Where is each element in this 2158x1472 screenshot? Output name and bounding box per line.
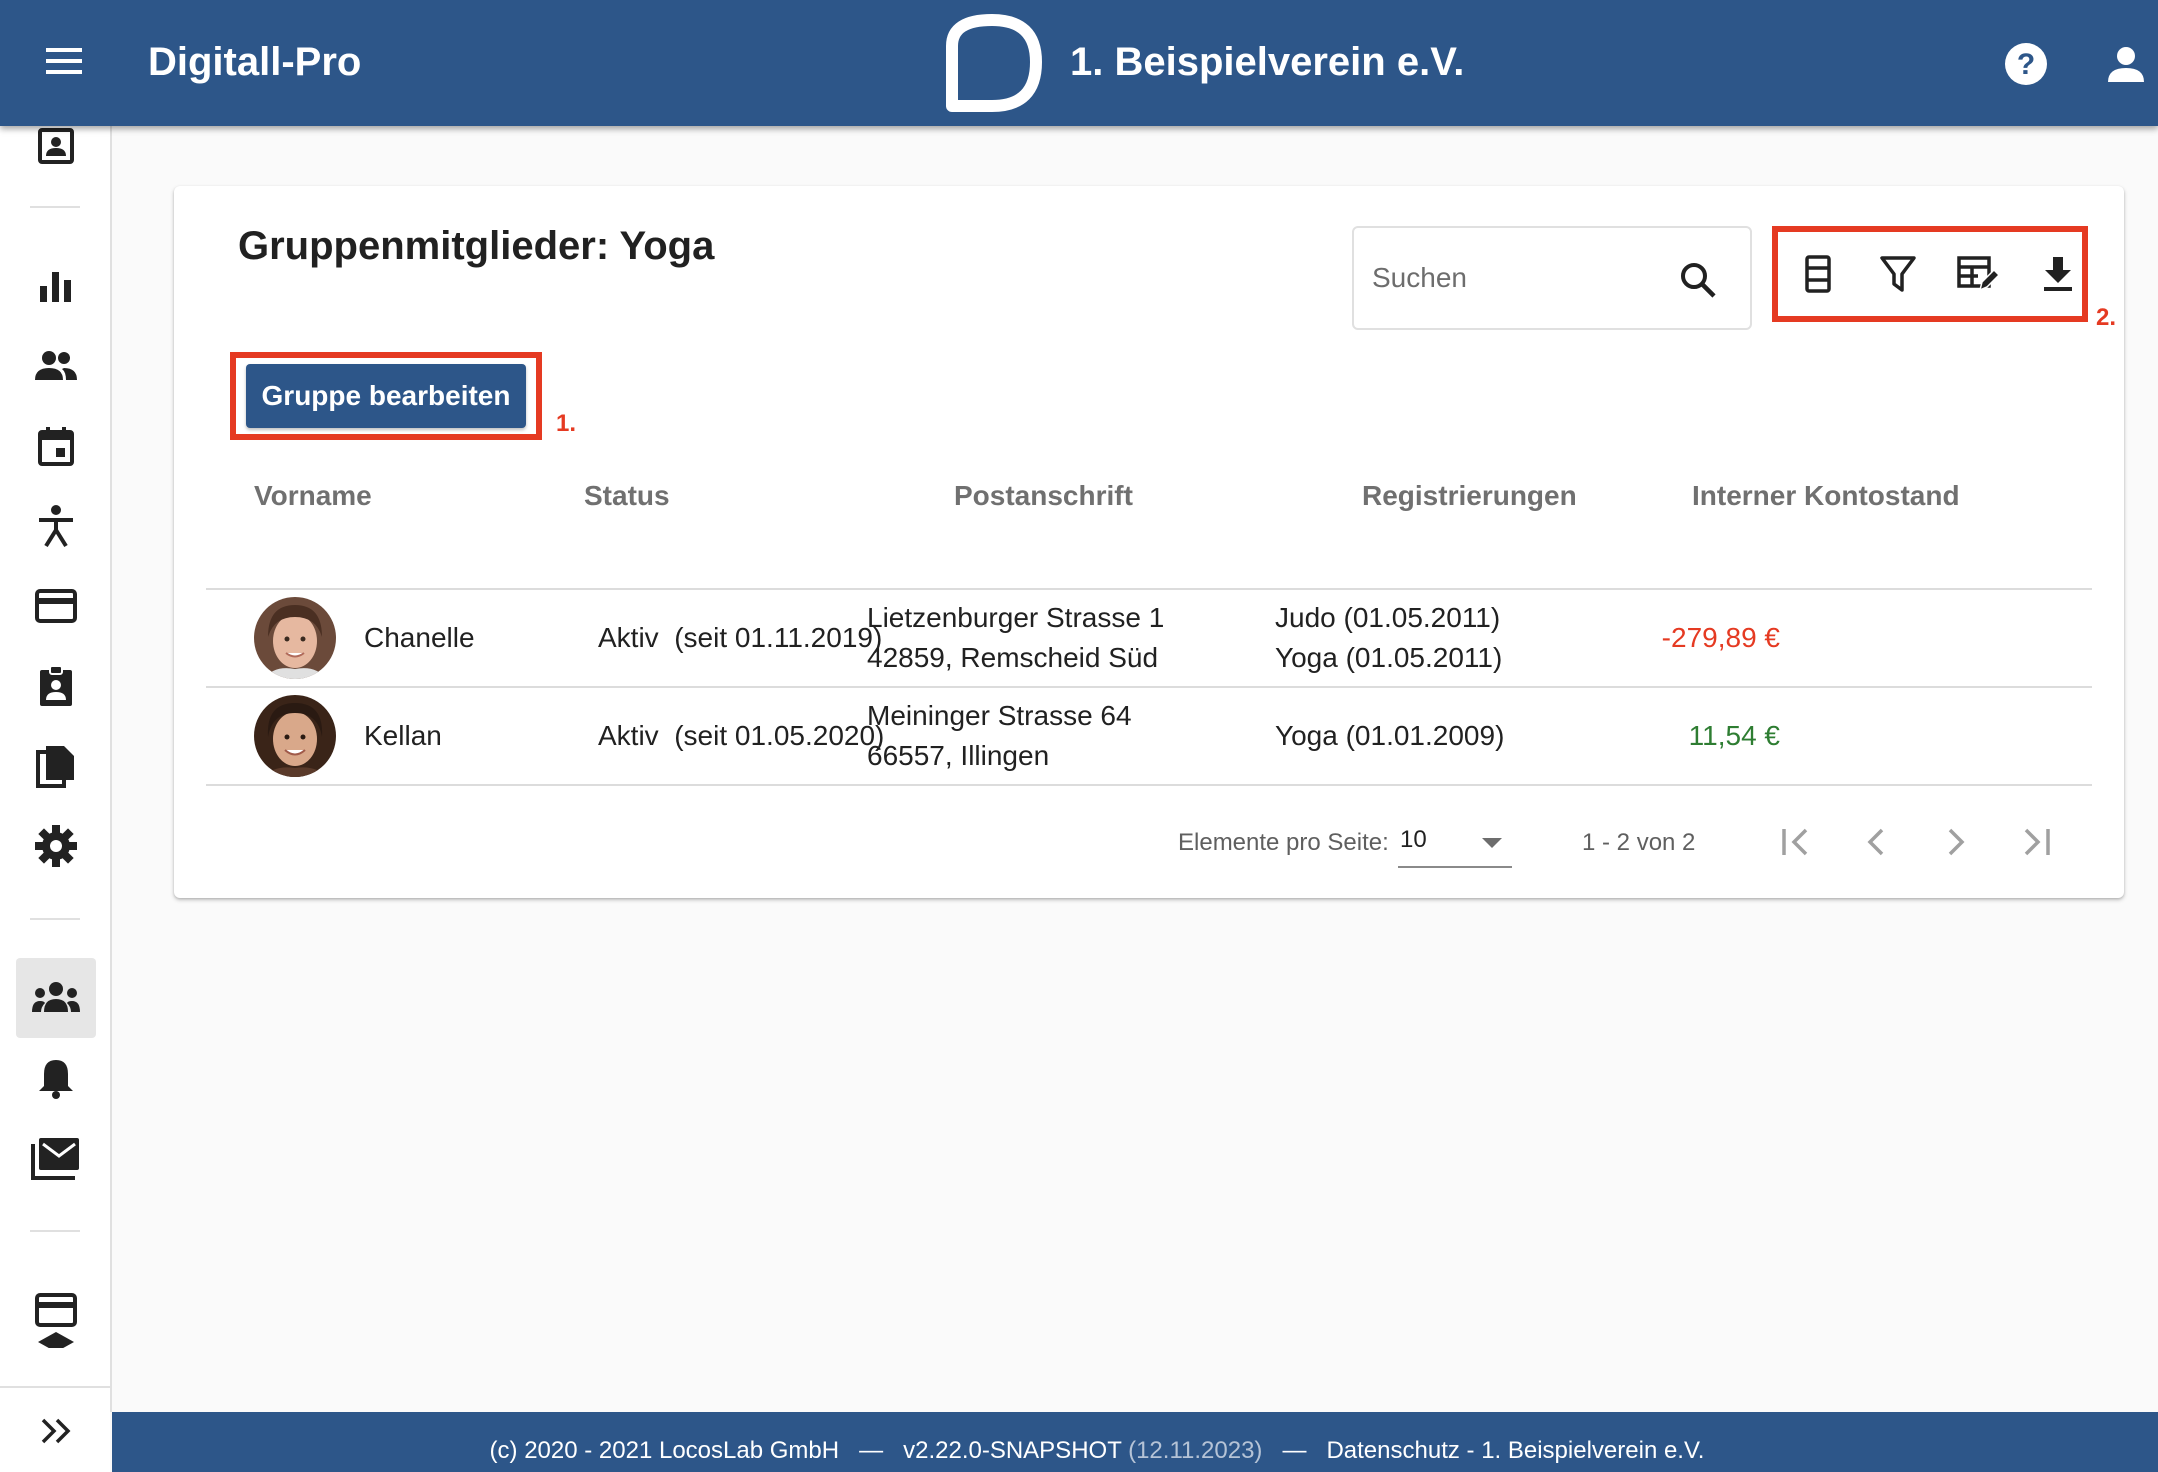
address-line: Meininger Strasse 64 [867,700,1132,731]
club-name: 1. Beispielverein e.V. [1070,40,1465,84]
cell-registrierungen: Yoga (01.01.2009) [1275,720,1505,751]
registration-entry: Yoga (01.05.2011) [1275,642,1503,673]
annotation-label-2: 2. [2096,304,2117,331]
bell-icon[interactable] [16,1038,96,1118]
cell-postanschrift: Lietzenburger Strasse 1 42859, Remscheid… [867,598,1164,678]
avatar [254,695,336,777]
sidebar-footer [0,1386,110,1472]
items-per-page-value: 10 [1400,826,1427,853]
page-footer: (c) 2020 - 2021 LocosLab GmbH — v2.22.0-… [112,1412,2158,1472]
search-input[interactable] [1372,252,1672,304]
annotation-label-1: 1. [556,410,577,437]
download-icon[interactable] [2028,244,2088,304]
address-line: 66557, Illingen [867,740,1050,771]
table-divider [206,784,2092,786]
page-range-label: 1 - 2 von 2 [1582,829,1696,856]
people-icon[interactable] [16,326,96,406]
calendar-icon[interactable] [16,406,96,486]
last-page-icon[interactable] [2008,814,2064,870]
badge-icon[interactable] [16,646,96,726]
next-page-icon[interactable] [1928,814,1984,870]
column-header-status[interactable]: Status [584,476,670,516]
edit-group-highlight: Gruppe bearbeiten [230,352,542,440]
groups-icon[interactable] [16,958,96,1038]
search-field[interactable] [1352,226,1752,330]
cell-kontostand: 11,54 € [1688,720,1780,751]
app-title: Digitall-Pro [148,40,362,84]
search-icon[interactable] [1674,256,1722,304]
sidebar-divider [30,1230,80,1232]
sidebar-divider [30,206,80,208]
exercise-figure-icon[interactable] [16,486,96,566]
top-app-bar: Digitall-Pro 1. Beispielverein e.V. ? [0,0,2158,126]
account-icon[interactable] [2098,36,2154,92]
table-row[interactable]: Chanelle Aktiv (seit 01.11.2019) Lietzen… [206,590,2092,686]
registration-entry: Judo (01.05.2011) [1275,602,1501,633]
documents-icon[interactable] [16,726,96,806]
cell-kontostand: -279,89 € [1661,622,1780,653]
cell-status: Aktiv (seit 01.11.2019) [598,622,883,653]
avatar [254,597,336,679]
footer-separator: — [1282,1437,1307,1464]
sidebar-nav [0,126,112,1412]
footer-version: v2.22.0-SNAPSHOT [903,1437,1122,1464]
svg-text:?: ? [2017,48,2035,81]
page-title: Gruppenmitglieder: Yoga [238,224,715,268]
credit-card-icon[interactable] [16,566,96,646]
cell-vorname: Chanelle [364,622,475,653]
cell-status: Aktiv (seit 01.05.2020) [598,720,885,751]
help-circle-icon[interactable]: ? [1998,36,2054,92]
columns-icon[interactable] [1788,244,1848,304]
items-per-page-label: Elemente pro Seite: [1178,829,1389,856]
address-line: Lietzenburger Strasse 1 [867,602,1165,633]
table-edit-icon[interactable] [1948,244,2008,304]
edit-group-button[interactable]: Gruppe bearbeiten [246,364,526,428]
dropdown-arrow-icon [1482,838,1502,848]
table-toolbar-highlight [1772,226,2088,322]
column-header-registrierungen[interactable]: Registrierungen [1362,476,1577,516]
footer-text: (c) 2020 - 2021 LocosLab GmbH — v2.22.0-… [112,1436,2082,1466]
group-members-card: Gruppenmitglieder: Yoga 2. Gruppe bearbe… [174,186,2124,898]
column-header-vorname[interactable]: Vorname [254,476,372,516]
hamburger-menu-icon[interactable] [36,33,92,89]
footer-copyright: (c) 2020 - 2021 LocosLab GmbH [489,1437,840,1464]
privacy-link[interactable]: Datenschutz - 1. Beispielverein e.V. [1326,1437,1704,1464]
cell-postanschrift: Meininger Strasse 64 66557, Illingen [867,696,1132,776]
brand-logo [940,8,1046,114]
first-page-icon[interactable] [1768,814,1824,870]
bar-chart-icon[interactable] [16,246,96,326]
column-header-kontostand[interactable]: Interner Kontostand [1692,476,1960,516]
sidebar-divider [30,918,80,920]
column-header-postanschrift[interactable]: Postanschrift [954,476,1133,516]
cell-vorname: Kellan [364,720,442,751]
contact-card-icon[interactable] [16,126,96,186]
items-per-page-select[interactable]: 10 [1398,816,1512,868]
address-line: 42859, Remscheid Süd [867,642,1159,673]
settings-gear-icon[interactable] [16,806,96,886]
footer-version-date: (12.11.2023) [1128,1437,1263,1464]
cell-registrierungen: Judo (01.05.2011) Yoga (01.05.2011) [1275,598,1502,678]
school-icon[interactable] [16,1328,96,1348]
footer-separator: — [859,1437,884,1464]
filter-icon[interactable] [1868,244,1928,304]
mail-stack-icon[interactable] [16,1118,96,1198]
expand-chevrons-icon[interactable] [28,1406,84,1456]
table-row[interactable]: Kellan Aktiv (seit 01.05.2020) Meininger… [206,688,2092,784]
previous-page-icon[interactable] [1848,814,1904,870]
